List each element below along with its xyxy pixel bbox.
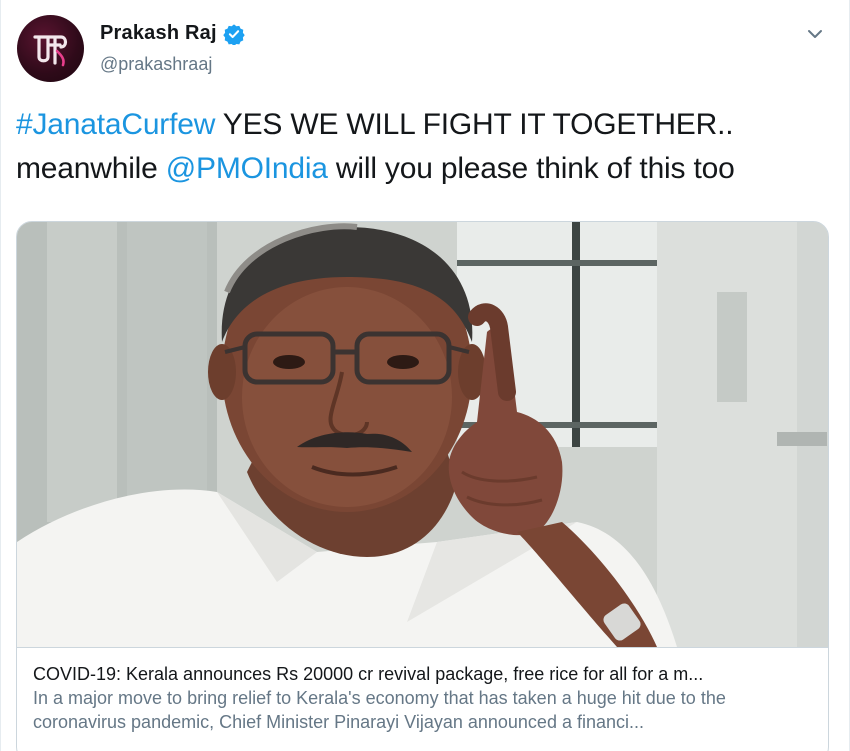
tweet: Prakash Raj @prakashraaj #JanataCurfew Y… <box>0 0 850 751</box>
chevron-down-icon <box>808 30 822 38</box>
card-photo <box>17 222 828 647</box>
tweet-text: #JanataCurfew YES WE WILL FIGHT IT TOGET… <box>16 103 836 191</box>
tweet-text-part3: will you please think of this too <box>327 152 735 185</box>
link-card[interactable]: COVID-19: Kerala announces Rs 20000 cr r… <box>16 221 829 751</box>
avatar[interactable] <box>17 15 84 82</box>
card-image[interactable] <box>17 222 828 647</box>
tweet-text-part2: meanwhile <box>16 152 166 185</box>
tweet-text-part1: YES WE WILL FIGHT IT TOGETHER.. <box>215 108 734 141</box>
avatar-logo-icon <box>33 35 68 67</box>
card-description: In a major move to bring relief to Keral… <box>33 688 726 732</box>
mention-link[interactable]: @PMOIndia <box>166 152 328 185</box>
card-text[interactable]: COVID-19: Kerala announces Rs 20000 cr r… <box>17 647 828 734</box>
more-options-button[interactable] <box>803 22 827 46</box>
card-title[interactable]: COVID-19: Kerala announces Rs 20000 cr r… <box>33 662 812 686</box>
author-handle[interactable]: @prakashraaj <box>100 54 212 75</box>
hashtag-link[interactable]: #JanataCurfew <box>16 108 215 141</box>
author-name[interactable]: Prakash Raj <box>100 22 245 46</box>
verified-badge-icon <box>222 23 245 46</box>
author-name-text[interactable]: Prakash Raj <box>100 22 217 45</box>
